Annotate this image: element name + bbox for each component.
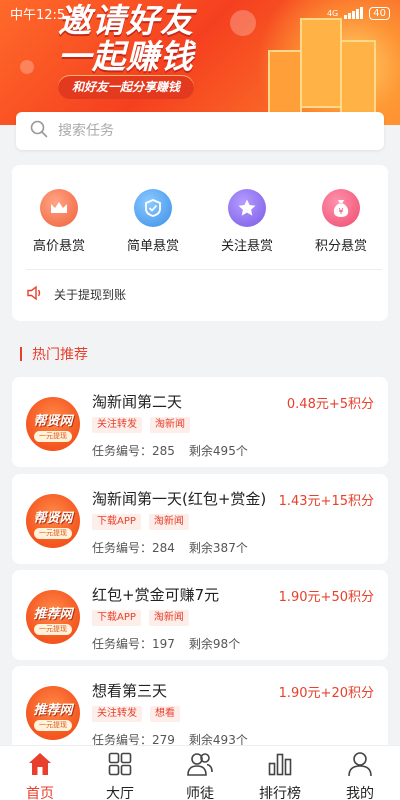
task-id-label: 任务编号：	[92, 541, 153, 555]
logo-subtext: 一元提现	[34, 720, 72, 731]
category-high-price[interactable]: 高价悬赏	[19, 189, 99, 254]
nav-home[interactable]: 首页	[0, 746, 80, 800]
task-id-value: 284	[152, 541, 175, 555]
grid-icon	[106, 750, 134, 782]
signal-icon	[344, 7, 364, 19]
people-icon	[186, 750, 214, 782]
nav-label: 我的	[346, 786, 374, 800]
task-card[interactable]: 推荐网 一元提现 红包+赏金可赚7元 1.90元+50积分 下载APP 淘新闻 …	[12, 570, 388, 660]
star-icon	[228, 189, 266, 227]
nav-label: 排行榜	[259, 786, 301, 800]
task-reward: 1.43元+15积分	[278, 494, 374, 509]
category-label: 高价悬赏	[32, 239, 85, 254]
nav-label: 首页	[26, 786, 54, 800]
person-icon	[346, 750, 374, 782]
task-tag: 下载APP	[92, 514, 141, 530]
nav-label: 大厅	[106, 786, 134, 800]
category-simple[interactable]: 简单悬赏	[113, 189, 193, 254]
section-title: 热门推荐	[20, 344, 88, 364]
task-reward: 0.48元+5积分	[286, 397, 374, 412]
task-title: 想看第三天	[92, 682, 168, 700]
task-id-label: 任务编号：	[92, 637, 153, 651]
task-id: 任务编号：284	[92, 539, 175, 556]
task-tag: 淘新闻	[150, 417, 190, 433]
logo-text: 推荐网	[33, 607, 73, 622]
bar-chart-icon	[266, 750, 294, 782]
bottom-nav: 首页 大厅 师徒 排行榜 我的	[0, 745, 400, 800]
home-icon	[26, 750, 54, 782]
category-label: 简单悬赏	[126, 239, 179, 254]
task-id: 任务编号：197	[92, 635, 175, 652]
building-decoration	[340, 40, 376, 120]
task-logo: 推荐网 一元提现	[26, 590, 80, 644]
invite-banner[interactable]: 中午12:5 4G 40 邀请好友 一起赚钱 和好友一起分享赚钱	[0, 0, 400, 125]
category-label: 积分悬赏	[314, 239, 367, 254]
medal-icon	[134, 189, 172, 227]
task-tag: 淘新闻	[148, 610, 189, 626]
building-decoration	[268, 50, 302, 120]
task-tag: 关注转发	[92, 417, 142, 433]
task-logo: 推荐网 一元提现	[26, 686, 80, 740]
category-card: 高价悬赏 简单悬赏 关注悬赏 ¥ 积分悬赏 关于提现到账	[12, 165, 388, 321]
decor-bubble	[20, 60, 34, 74]
nav-ranking[interactable]: 排行榜	[240, 746, 320, 800]
banner-title-line1: 邀请好友	[58, 4, 194, 40]
nav-mine[interactable]: 我的	[320, 746, 400, 800]
task-tag: 关注转发	[92, 706, 142, 722]
logo-subtext: 一元提现	[34, 624, 72, 635]
notice-text: 关于提现到账	[54, 287, 127, 302]
task-remaining: 剩余387个	[188, 541, 248, 555]
svg-text:¥: ¥	[338, 207, 343, 216]
speaker-icon	[26, 285, 44, 304]
nav-mentor[interactable]: 师徒	[160, 746, 240, 800]
category-label: 关注悬赏	[220, 239, 273, 254]
task-id: 任务编号：285	[92, 442, 175, 459]
banner-subtitle: 和好友一起分享赚钱	[58, 75, 195, 99]
building-decoration	[300, 18, 342, 108]
category-follow[interactable]: 关注悬赏	[207, 189, 287, 254]
notice-bar[interactable]: 关于提现到账	[26, 281, 126, 307]
section-bar	[20, 347, 22, 361]
task-card[interactable]: 帮贤网 一元提现 淘新闻第一天(红包+赏金) 1.43元+15积分 下载APP …	[12, 474, 388, 564]
crown-icon	[40, 189, 78, 227]
battery-icon: 40	[369, 6, 390, 20]
search-bar[interactable]	[16, 112, 384, 150]
task-remaining: 剩余495个	[188, 444, 248, 458]
banner-title-line2: 一起赚钱	[58, 40, 194, 76]
nav-label: 师徒	[186, 786, 214, 800]
category-points[interactable]: ¥ 积分悬赏	[301, 189, 381, 254]
task-logo: 帮贤网 一元提现	[26, 494, 80, 548]
task-id-label: 任务编号：	[92, 444, 153, 458]
search-input[interactable]	[58, 123, 370, 139]
logo-text: 推荐网	[33, 703, 73, 718]
task-reward: 1.90元+50积分	[278, 590, 374, 605]
section-title-text: 热门推荐	[32, 347, 88, 363]
task-remaining: 剩余98个	[188, 637, 241, 651]
task-title: 淘新闻第一天(红包+赏金)	[92, 490, 267, 508]
task-reward: 1.90元+20积分	[278, 686, 374, 701]
task-title: 红包+赏金可赚7元	[92, 586, 220, 604]
banner-title: 邀请好友 一起赚钱	[58, 4, 194, 76]
task-card[interactable]: 帮贤网 一元提现 淘新闻第二天 0.48元+5积分 关注转发 淘新闻 任务编号：…	[12, 377, 388, 467]
task-card[interactable]: 推荐网 一元提现 想看第三天 1.90元+20积分 关注转发 想看 任务编号：2…	[12, 666, 388, 756]
task-id-value: 197	[152, 637, 175, 651]
logo-text: 帮贤网	[33, 414, 73, 429]
logo-subtext: 一元提现	[34, 528, 72, 539]
task-logo: 帮贤网 一元提现	[26, 397, 80, 451]
search-icon	[30, 120, 48, 142]
task-tag: 下载APP	[92, 610, 141, 626]
logo-text: 帮贤网	[33, 511, 73, 526]
task-tag: 淘新闻	[148, 514, 189, 530]
nav-hall[interactable]: 大厅	[80, 746, 160, 800]
task-title: 淘新闻第二天	[92, 393, 183, 411]
network-type: 4G	[326, 8, 339, 18]
money-bag-icon: ¥	[322, 189, 360, 227]
task-tag: 想看	[150, 706, 180, 722]
logo-subtext: 一元提现	[34, 431, 72, 442]
task-id-value: 285	[152, 444, 175, 458]
divider	[26, 269, 382, 270]
